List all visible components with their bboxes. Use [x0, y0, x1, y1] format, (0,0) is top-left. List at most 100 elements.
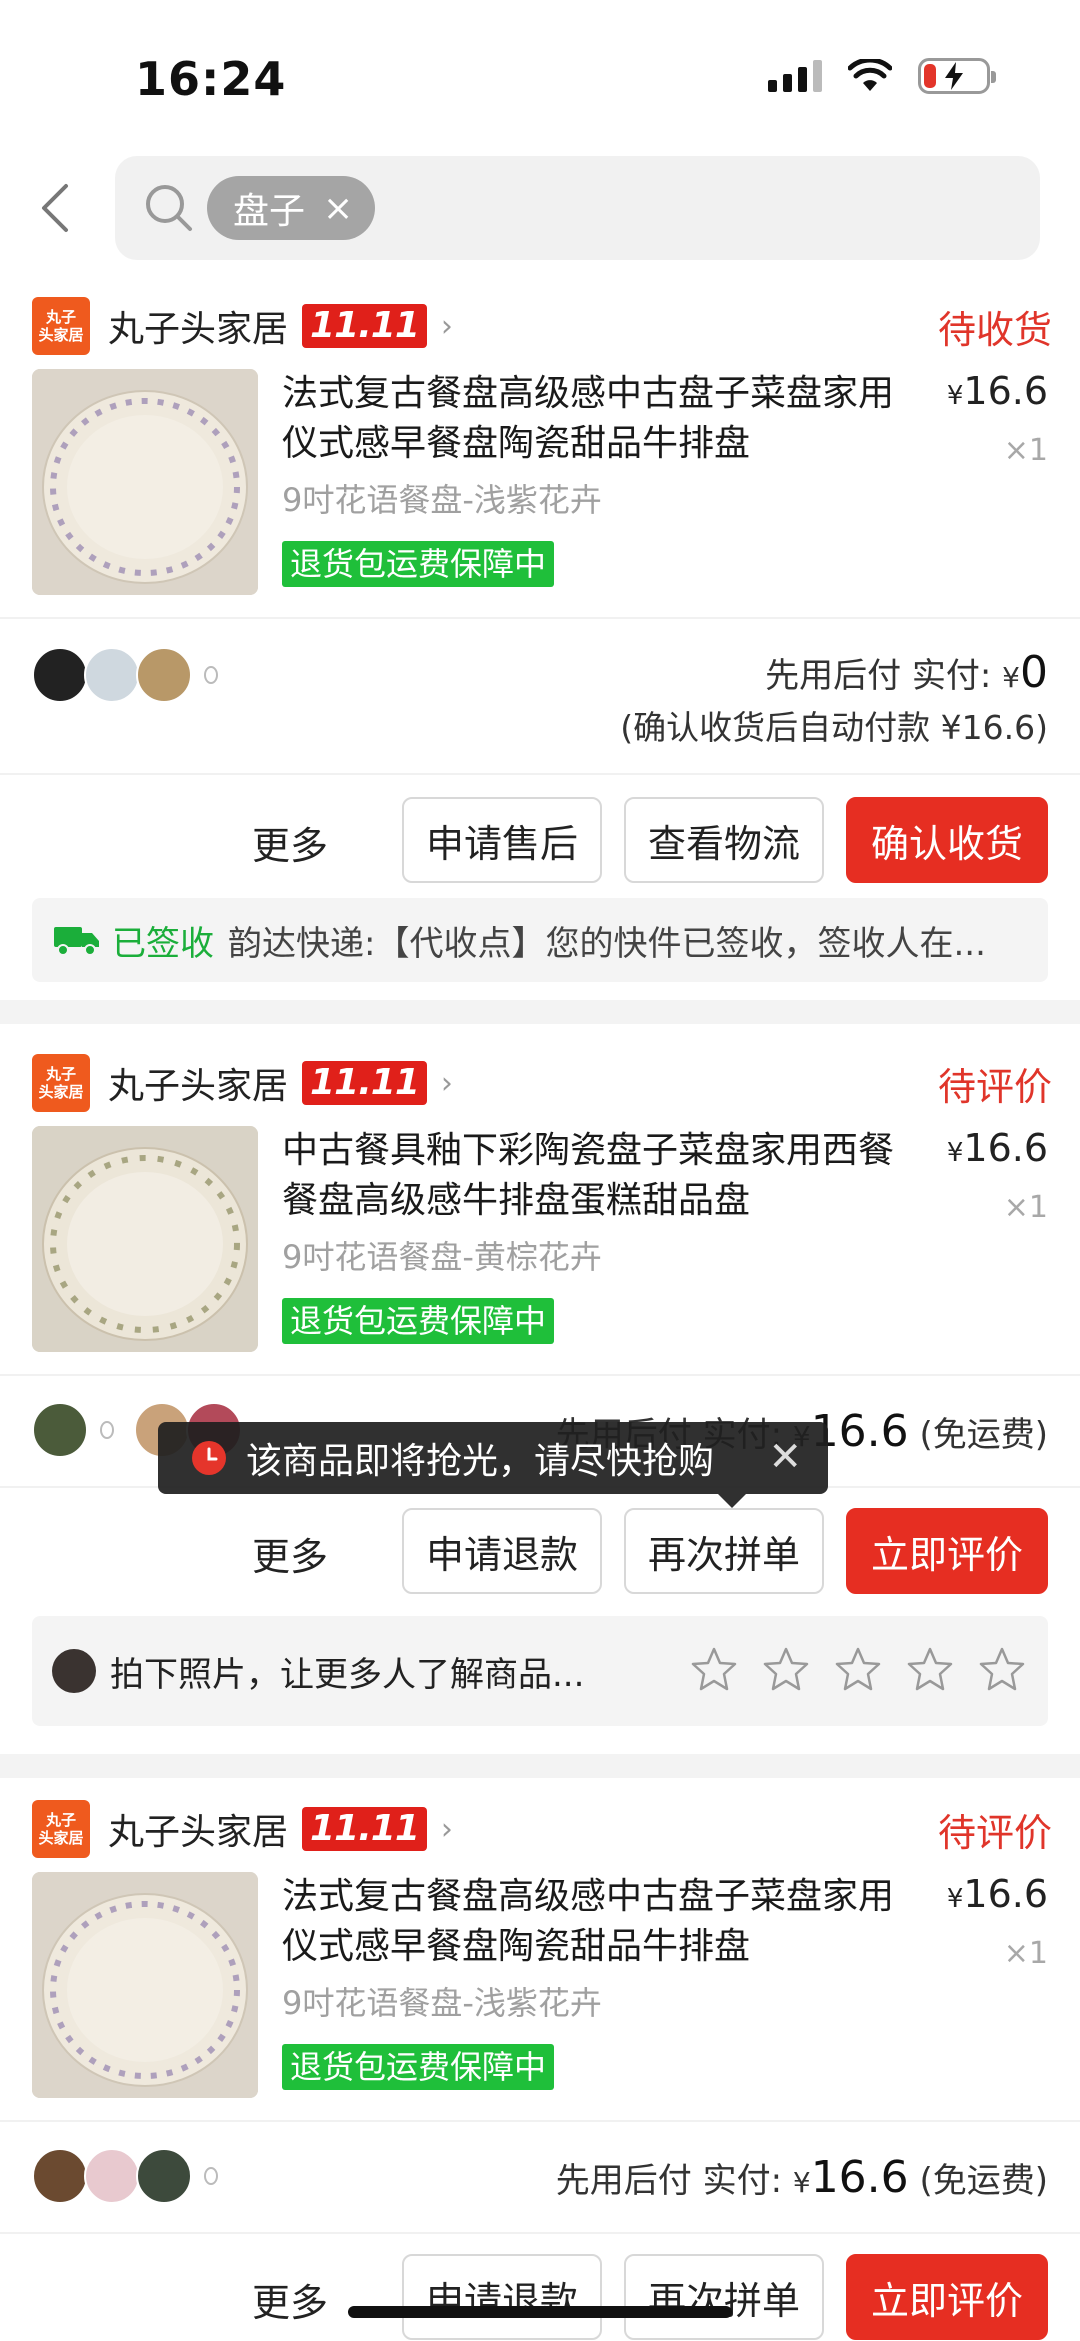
avatar: [84, 2148, 140, 2204]
promo-badge: 11.11: [302, 304, 427, 348]
review-now-button[interactable]: 立即评价: [846, 1508, 1048, 1594]
review-now-button[interactable]: 立即评价: [846, 2254, 1048, 2340]
view-logistics-button[interactable]: 查看物流: [624, 797, 824, 883]
return-shipping-tag: 退货包运费保障中: [282, 2044, 555, 2090]
shop-row[interactable]: 丸子 头家居 丸子头家居 11.11 › 待评价: [32, 1052, 1052, 1114]
avatar: [52, 1649, 96, 1693]
cellular-signal-icon: [768, 60, 822, 92]
back-arrow-icon[interactable]: [30, 178, 90, 238]
more-dot-icon: [204, 2167, 218, 2185]
avatar: [32, 1402, 88, 1458]
apply-refund-button[interactable]: 申请退款: [402, 1508, 602, 1594]
promo-badge: 11.11: [302, 1807, 427, 1851]
order-actions: 更多 申请售后 查看物流 确认收货: [0, 797, 1080, 885]
reorder-button[interactable]: 再次拼单: [624, 1508, 824, 1594]
more-button[interactable]: 更多: [252, 815, 328, 870]
chip-close-icon[interactable]: ×: [323, 188, 353, 229]
pay-note: (确认收货后自动付款 ¥16.6): [620, 708, 1048, 747]
avatar: [32, 2148, 88, 2204]
more-dot-icon: [100, 1421, 114, 1439]
return-shipping-tag: 退货包运费保障中: [282, 541, 555, 587]
divider: [0, 1374, 1080, 1376]
product-title[interactable]: 中古餐具釉下彩陶瓷盘子菜盘家用西餐餐盘高级感牛排盘蛋糕甜品盘: [282, 1126, 922, 1226]
review-prompt[interactable]: 拍下照片，让更多人了解商品...: [32, 1616, 1048, 1726]
group-avatars: [32, 647, 218, 703]
logistics-text: 韵达快递:【代收点】您的快件已签收，签收人在...: [228, 923, 986, 964]
stock-alert-toast: 该商品即将抢光，请尽快抢购 ✕: [158, 1422, 828, 1508]
shop-row[interactable]: 丸子 头家居 丸子头家居 11.11 › 待评价: [32, 1798, 1052, 1860]
wifi-icon: [848, 59, 892, 91]
group-avatars: [32, 2148, 218, 2204]
order-status: 待评价: [937, 1810, 1052, 1855]
star-icon[interactable]: [762, 1646, 810, 1694]
close-icon[interactable]: ✕: [768, 1434, 802, 1480]
home-indicator[interactable]: [348, 2306, 732, 2318]
shop-logo: 丸子 头家居: [32, 1800, 90, 1858]
apply-refund-button[interactable]: 申请退款: [402, 2254, 602, 2340]
search-keyword: 盘子: [233, 191, 306, 232]
shop-logo: 丸子 头家居: [32, 297, 90, 355]
rating-stars[interactable]: [690, 1646, 1026, 1694]
more-dot-icon: [204, 666, 218, 684]
product-image[interactable]: [32, 1872, 258, 2098]
order-status: 待收货: [937, 307, 1052, 352]
product-quantity: ×1: [1003, 1190, 1048, 1225]
reorder-button[interactable]: 再次拼单: [624, 2254, 824, 2340]
divider: [0, 2232, 1080, 2234]
shop-logo: 丸子 头家居: [32, 1054, 90, 1112]
order-card-1: 丸子 头家居 丸子头家居 11.11 › 待收货 法式复古餐盘高级感中古盘子菜盘家…: [0, 295, 1080, 985]
pay-line: 先用后付 实付: ¥16.6 (免运费): [555, 2152, 1048, 2203]
star-icon[interactable]: [834, 1646, 882, 1694]
review-prompt-text: 拍下照片，让更多人了解商品...: [110, 1654, 585, 1695]
star-icon[interactable]: [690, 1646, 738, 1694]
product-image[interactable]: [32, 1126, 258, 1352]
search-header: 盘子 ×: [0, 150, 1080, 270]
status-icons: [768, 58, 996, 94]
section-gap: [0, 1754, 1080, 1778]
search-input[interactable]: 盘子 ×: [115, 156, 1040, 260]
battery-icon: [918, 58, 996, 94]
search-icon: [146, 185, 192, 231]
product-quantity: ×1: [1003, 433, 1048, 468]
order-card-3: 丸子 头家居 丸子头家居 11.11 › 待评价 法式复古餐盘高级感中古盘子菜盘家…: [0, 1798, 1080, 2341]
divider: [0, 617, 1080, 619]
product-image[interactable]: [32, 369, 258, 595]
avatar: [32, 647, 88, 703]
clock-icon: [192, 1441, 226, 1475]
delivery-truck-icon: [54, 927, 99, 956]
product-variant: 9吋花语餐盘-浅紫花卉: [282, 1984, 602, 2022]
avatar: [84, 647, 140, 703]
status-bar: 16:24: [0, 0, 1080, 150]
product-price: ¥16.6: [946, 1872, 1048, 1916]
product-price: ¥16.6: [946, 369, 1048, 413]
shop-name[interactable]: 丸子头家居: [108, 300, 288, 352]
star-icon[interactable]: [906, 1646, 954, 1694]
product-variant: 9吋花语餐盘-浅紫花卉: [282, 481, 602, 519]
order-actions: 更多 申请退款 再次拼单 立即评价: [0, 2254, 1080, 2341]
shop-row[interactable]: 丸子 头家居 丸子头家居 11.11 › 待收货: [32, 295, 1052, 357]
chevron-right-icon: ›: [440, 308, 453, 344]
divider: [0, 2120, 1080, 2122]
shop-name[interactable]: 丸子头家居: [108, 1803, 288, 1855]
more-button[interactable]: 更多: [252, 2272, 328, 2327]
search-keyword-chip[interactable]: 盘子 ×: [207, 176, 376, 240]
status-time: 16:24: [135, 52, 287, 106]
more-button[interactable]: 更多: [252, 1526, 328, 1581]
avatar: [136, 2148, 192, 2204]
shop-name[interactable]: 丸子头家居: [108, 1057, 288, 1109]
product-title[interactable]: 法式复古餐盘高级感中古盘子菜盘家用仪式感早餐盘陶瓷甜品牛排盘: [282, 1872, 922, 1972]
confirm-receipt-button[interactable]: 确认收货: [846, 797, 1048, 883]
star-icon[interactable]: [978, 1646, 1026, 1694]
toast-text: 该商品即将抢光，请尽快抢购: [246, 1441, 715, 1482]
promo-badge: 11.11: [302, 1061, 427, 1105]
divider: [0, 773, 1080, 775]
product-title[interactable]: 法式复古餐盘高级感中古盘子菜盘家用仪式感早餐盘陶瓷甜品牛排盘: [282, 369, 922, 469]
order-status: 待评价: [937, 1064, 1052, 1109]
order-card-2: 丸子 头家居 丸子头家居 11.11 › 待评价 中古餐具釉下彩陶瓷盘子菜盘家用西…: [0, 1052, 1080, 1742]
order-actions: 更多 申请退款 再次拼单 立即评价: [0, 1508, 1080, 1596]
logistics-bar[interactable]: 已签收 韵达快递:【代收点】您的快件已签收，签收人在...: [32, 898, 1048, 982]
return-shipping-tag: 退货包运费保障中: [282, 1298, 555, 1344]
chevron-right-icon: ›: [440, 1065, 453, 1101]
apply-after-sales-button[interactable]: 申请售后: [402, 797, 602, 883]
product-price: ¥16.6: [946, 1126, 1048, 1170]
